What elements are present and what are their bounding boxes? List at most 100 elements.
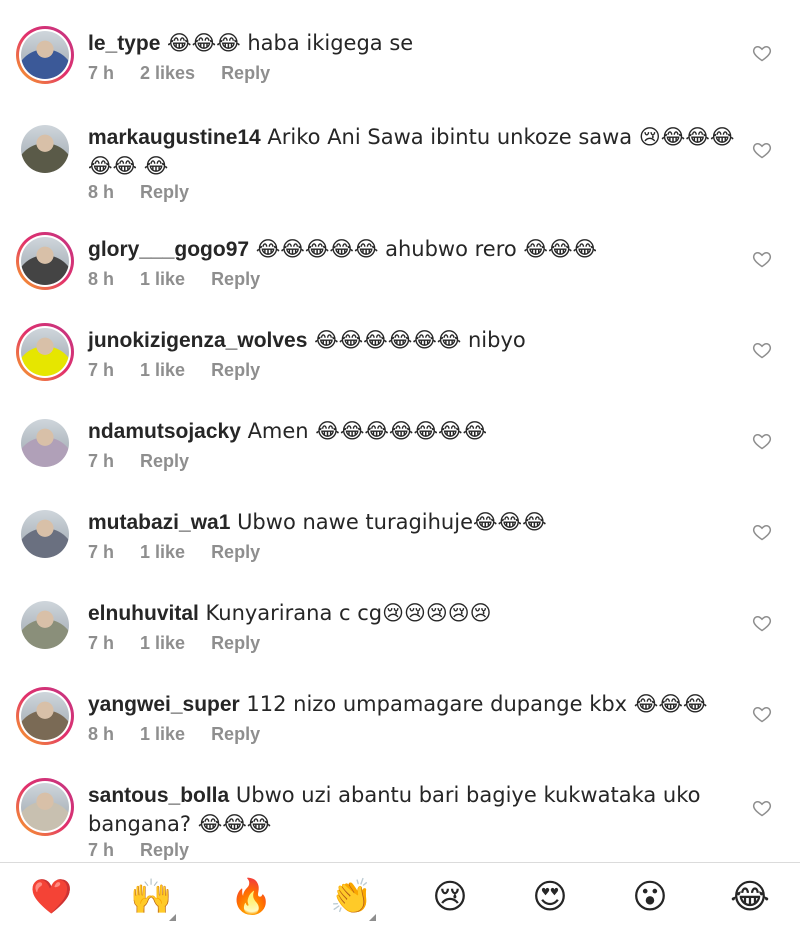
- comment-body: 112 nizo umpamagare dupange kbx 😂😂😂: [239, 692, 708, 716]
- comment-timestamp: 7 h: [88, 840, 115, 860]
- comment-item: le_type 😂😂😂 haba ikigega se 7 h 2 likes Rep…: [0, 26, 800, 111]
- comment-body: Amen 😂😂😂😂😂😂😂: [240, 419, 488, 443]
- comment-username[interactable]: le_type: [88, 32, 160, 55]
- comment-meta: 7 h 1 like Reply: [88, 633, 286, 654]
- reply-button[interactable]: Reply: [211, 724, 260, 744]
- comment-body: 😂😂😂 haba ikigega se: [160, 31, 414, 55]
- comment-text: glory___gogo97 😂😂😂😂😂 ahubwo rero 😂😂😂: [88, 235, 738, 264]
- comment-item: santous_bolla Ubwo uzi abantu bari bagiy…: [0, 778, 800, 862]
- like-heart-icon[interactable]: [752, 340, 772, 360]
- avatar[interactable]: [16, 26, 74, 84]
- comment-timestamp: 8 h: [88, 182, 115, 202]
- comment-like-count[interactable]: 1 like: [140, 360, 185, 380]
- comment-like-count[interactable]: 1 like: [140, 633, 185, 653]
- comment-body: 😂😂😂😂😂😂 nibyo: [307, 328, 526, 352]
- comment-username[interactable]: mutabazi_wa1: [88, 511, 230, 534]
- fire-reaction-glyph: 🔥: [230, 877, 273, 917]
- comment-timestamp: 7 h: [88, 63, 115, 83]
- heart-eyes-reaction-glyph: 😍: [532, 877, 568, 917]
- comment-item: junokizigenza_wolves 😂😂😂😂😂😂 nibyo 7 h 1 li…: [0, 323, 800, 408]
- comment-text: yangwei_super 112 nizo umpamagare dupang…: [88, 690, 738, 719]
- avatar[interactable]: [16, 687, 74, 745]
- like-heart-icon[interactable]: [752, 522, 772, 542]
- comment-timestamp: 7 h: [88, 451, 115, 471]
- reply-button[interactable]: Reply: [140, 840, 189, 860]
- comment-meta: 7 h Reply: [88, 451, 215, 472]
- comment-text: ndamutsojacky Amen 😂😂😂😂😂😂😂: [88, 417, 738, 446]
- comment-meta: 8 h 1 like Reply: [88, 724, 286, 745]
- reply-button[interactable]: Reply: [211, 542, 260, 562]
- reply-button[interactable]: Reply: [211, 360, 260, 380]
- raised-hands-reaction[interactable]: 🙌: [130, 877, 176, 921]
- comment-item: yangwei_super 112 nizo umpamagare dupang…: [0, 687, 800, 772]
- comment-timestamp: 8 h: [88, 724, 115, 744]
- reply-button[interactable]: Reply: [211, 269, 260, 289]
- avatar[interactable]: [16, 505, 74, 563]
- comment-like-count[interactable]: 1 like: [140, 724, 185, 744]
- comment-like-count[interactable]: 1 like: [140, 269, 185, 289]
- avatar[interactable]: [16, 596, 74, 654]
- comment-username[interactable]: glory___gogo97: [88, 238, 249, 261]
- comment-username[interactable]: markaugustine14: [88, 126, 261, 149]
- like-heart-icon[interactable]: [752, 704, 772, 724]
- comment-timestamp: 7 h: [88, 633, 115, 653]
- comment-meta: 7 h 1 like Reply: [88, 360, 286, 381]
- comment-text: markaugustine14 Ariko Ani Sawa ibintu un…: [88, 123, 738, 181]
- comment-timestamp: 8 h: [88, 269, 115, 289]
- comment-meta: 8 h 1 like Reply: [88, 269, 286, 290]
- heart-reaction-glyph: ❤️: [30, 877, 73, 917]
- comment-item: ndamutsojacky Amen 😂😂😂😂😂😂😂 7 h Reply: [0, 414, 800, 499]
- like-heart-icon[interactable]: [752, 798, 772, 818]
- clapping-reaction[interactable]: 👏: [330, 877, 376, 921]
- reply-button[interactable]: Reply: [211, 633, 260, 653]
- more-variants-indicator-icon: [369, 914, 376, 921]
- comment-username[interactable]: junokizigenza_wolves: [88, 329, 307, 352]
- like-heart-icon[interactable]: [752, 43, 772, 63]
- quick-reaction-bar: ❤️ 🙌 🔥 👏 😢 😍 😮 😂: [0, 862, 800, 934]
- comment-like-count[interactable]: 1 like: [140, 542, 185, 562]
- comment-body: Kunyarirana c cg😢😢😢😢😢: [198, 601, 492, 625]
- comment-text: mutabazi_wa1 Ubwo nawe turagihuje😂😂😂: [88, 508, 738, 537]
- clapping-reaction-glyph: 👏: [330, 877, 373, 917]
- fire-reaction[interactable]: 🔥: [230, 877, 273, 917]
- comment-body: 😂😂😂😂😂 ahubwo rero 😂😂😂: [249, 237, 598, 261]
- like-heart-icon[interactable]: [752, 140, 772, 160]
- avatar[interactable]: [16, 323, 74, 381]
- comment-like-count[interactable]: 2 likes: [140, 63, 195, 83]
- comment-text: le_type 😂😂😂 haba ikigega se: [88, 29, 738, 58]
- reply-button[interactable]: Reply: [140, 451, 189, 471]
- comment-username[interactable]: ndamutsojacky: [88, 420, 241, 443]
- like-heart-icon[interactable]: [752, 613, 772, 633]
- avatar[interactable]: [16, 120, 74, 178]
- heart-reaction[interactable]: ❤️: [30, 877, 73, 917]
- avatar[interactable]: [16, 232, 74, 290]
- surprised-reaction[interactable]: 😮: [630, 877, 670, 917]
- crying-reaction-glyph: 😢: [432, 877, 468, 917]
- comment-item: elnuhuvital Kunyarirana c cg😢😢😢😢😢 7 h 1 li…: [0, 596, 800, 681]
- laughing-reaction[interactable]: 😂: [730, 877, 770, 917]
- comment-meta: 7 h 2 likes Reply: [88, 63, 296, 84]
- comment-body: Ubwo nawe turagihuje😂😂😂: [230, 510, 547, 534]
- avatar[interactable]: [16, 414, 74, 472]
- comment-text: elnuhuvital Kunyarirana c cg😢😢😢😢😢: [88, 599, 738, 628]
- like-heart-icon[interactable]: [752, 249, 772, 269]
- like-heart-icon[interactable]: [752, 431, 772, 451]
- comment-meta: 7 h Reply: [88, 840, 215, 861]
- surprised-reaction-glyph: 😮: [632, 877, 668, 917]
- comment-username[interactable]: yangwei_super: [88, 693, 240, 716]
- comment-timestamp: 7 h: [88, 542, 115, 562]
- comment-text: junokizigenza_wolves 😂😂😂😂😂😂 nibyo: [88, 326, 738, 355]
- raised-hands-reaction-glyph: 🙌: [130, 877, 173, 917]
- crying-reaction[interactable]: 😢: [430, 877, 470, 917]
- comment-list: le_type 😂😂😂 haba ikigega se 7 h 2 likes Rep…: [0, 0, 800, 862]
- avatar[interactable]: [16, 778, 74, 836]
- reply-button[interactable]: Reply: [221, 63, 270, 83]
- more-variants-indicator-icon: [169, 914, 176, 921]
- comment-username[interactable]: elnuhuvital: [88, 602, 199, 625]
- comment-item: markaugustine14 Ariko Ani Sawa ibintu un…: [0, 120, 800, 230]
- comment-text: santous_bolla Ubwo uzi abantu bari bagiy…: [88, 781, 738, 839]
- comment-meta: 8 h Reply: [88, 182, 215, 203]
- comment-username[interactable]: santous_bolla: [88, 784, 229, 807]
- reply-button[interactable]: Reply: [140, 182, 189, 202]
- heart-eyes-reaction[interactable]: 😍: [530, 877, 570, 917]
